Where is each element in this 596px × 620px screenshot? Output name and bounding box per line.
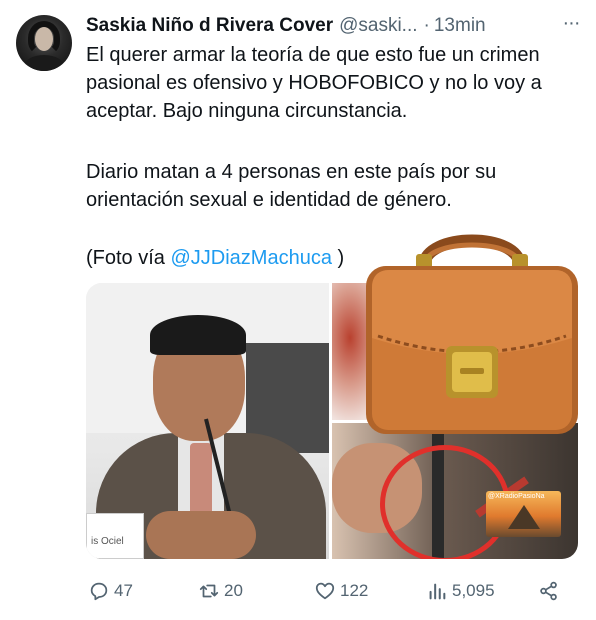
views-chart-icon [429, 583, 446, 600]
share-button[interactable] [538, 576, 564, 606]
photo-hands [146, 511, 256, 559]
tweet-text-paragraph-1: El querer armar la teoría de que esto fu… [86, 44, 542, 122]
action-bar: 47 20 122 5,095 [86, 576, 566, 606]
share-icon [540, 581, 557, 601]
views-button[interactable]: 5,095 [426, 576, 495, 606]
photo-hair [150, 315, 246, 355]
avatar[interactable] [16, 15, 72, 71]
tweet-text-paragraph-2: Diario matan a 4 personas en este país p… [86, 161, 497, 211]
mention-link[interactable]: @JJDiazMachuca [170, 247, 331, 269]
separator-dot: · [423, 15, 430, 36]
photo-credit-suffix: ) [331, 247, 345, 269]
watermark-text: @XRadioPasioNa [488, 493, 545, 500]
repost-button[interactable]: 20 [198, 576, 243, 606]
media-photo-speaker[interactable]: is Ociel [86, 283, 329, 559]
author-handle[interactable]: @saski... [339, 15, 417, 37]
reply-button[interactable]: 47 [88, 576, 133, 606]
author-name[interactable]: Saskia Niño d Rivera Cover [86, 15, 333, 37]
avatar-shoulders [24, 55, 64, 71]
watermark-pyramid-icon [508, 505, 540, 529]
views-count: 5,095 [452, 581, 495, 600]
tweet[interactable]: Saskia Niño d Rivera Cover @saski... · 1… [0, 0, 596, 620]
like-count: 122 [340, 581, 369, 600]
timestamp[interactable]: 13min [434, 15, 486, 37]
name-plate-text: is Ociel [91, 536, 124, 547]
more-horizontal-icon[interactable]: ··· [560, 13, 582, 36]
briefcase-emoji-icon [366, 234, 578, 434]
reply-icon [90, 582, 108, 601]
watermark-logo: @XRadioPasioNa [486, 491, 561, 537]
repost-count: 20 [224, 581, 243, 600]
repost-icon [199, 584, 219, 598]
tweet-header: Saskia Niño d Rivera Cover @saski... · 1… [86, 13, 556, 39]
reply-count: 47 [114, 581, 133, 600]
photo-credit-prefix: (Foto vía [86, 247, 171, 269]
like-button[interactable]: 122 [314, 576, 368, 606]
media-photo-bottom-right[interactable]: @XRadioPasioNa [332, 423, 578, 559]
heart-icon [315, 582, 335, 600]
photo-name-plate: is Ociel [86, 513, 144, 559]
avatar-face [35, 27, 53, 51]
